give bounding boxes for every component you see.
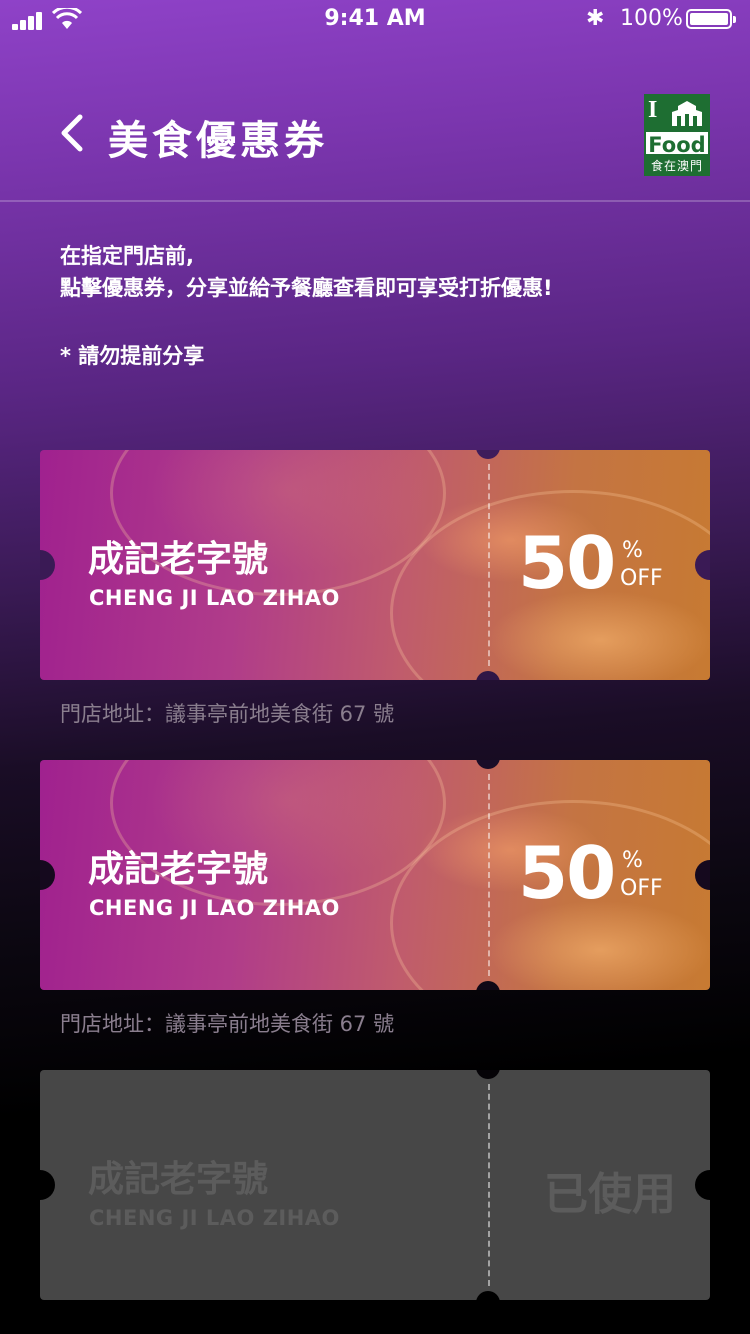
status-bar: 9:41 AM ✱ 100% — [0, 0, 750, 40]
discount-value: 50 — [518, 521, 616, 605]
coupon-card[interactable]: 成記老字號 CHENG JI LAO ZIHAO 50 % OFF — [40, 450, 710, 680]
instruction-line-2: 點擊優惠券，分享並給予餐廳查看即可享受打折優惠! — [60, 276, 553, 300]
store-address: 門店地址：議事亭前地美食街 67 號 — [60, 1012, 395, 1036]
chevron-left-icon[interactable] — [58, 113, 88, 153]
restaurant-name-en: CHENG JI LAO ZIHAO — [89, 1206, 340, 1230]
ticket-notch — [40, 860, 55, 890]
bluetooth-icon: ✱ — [586, 6, 605, 31]
nav-header: 美食優惠券 I Food 食在澳門 — [0, 40, 750, 200]
restaurant-name: 成記老字號 — [88, 1159, 269, 1200]
used-label: 已使用 — [544, 1169, 676, 1220]
page-title: 美食優惠券 — [108, 118, 328, 164]
ticket-notch — [476, 760, 500, 769]
discount-percent: % — [622, 538, 643, 563]
ticket-notch — [40, 550, 55, 580]
discount-badge: 50 % OFF — [518, 518, 678, 608]
discount-percent: % — [622, 848, 643, 873]
discount-off: OFF — [620, 876, 663, 901]
ticket-notch — [476, 450, 500, 459]
restaurant-name: 成記老字號 — [88, 849, 269, 890]
coupon-card[interactable]: 成記老字號 CHENG JI LAO ZIHAO 50 % OFF — [40, 760, 710, 990]
warning-note: * 請勿提前分享 — [60, 344, 205, 368]
perforation-line — [488, 774, 490, 976]
discount-value: 50 — [518, 831, 616, 915]
discount-badge: 50 % OFF — [518, 828, 678, 918]
instruction-line-1: 在指定門店前, — [60, 244, 194, 268]
coupon-card-used: 成記老字號 CHENG JI LAO ZIHAO 已使用 — [40, 1070, 710, 1300]
ticket-notch — [476, 1070, 500, 1079]
battery-icon — [686, 9, 736, 29]
ifood-logo: I Food 食在澳門 — [644, 94, 710, 176]
perforation-line — [488, 464, 490, 666]
restaurant-name-en: CHENG JI LAO ZIHAO — [89, 896, 340, 920]
ticket-notch — [40, 1170, 55, 1200]
battery-percentage: 100% — [620, 6, 683, 31]
discount-off: OFF — [620, 566, 663, 591]
logo-tagline: 食在澳門 — [650, 159, 703, 173]
logo-i-mark: I — [648, 97, 658, 123]
restaurant-name-en: CHENG JI LAO ZIHAO — [89, 586, 340, 610]
ticket-notch — [476, 1291, 500, 1300]
ruins-icon — [672, 101, 702, 126]
header-divider — [0, 200, 750, 202]
instructions: 在指定門店前, 點擊優惠券，分享並給予餐廳查看即可享受打折優惠! — [60, 240, 553, 304]
store-address: 門店地址：議事亭前地美食街 67 號 — [60, 702, 395, 726]
logo-food-text: Food — [644, 130, 710, 157]
perforation-line — [488, 1084, 490, 1286]
restaurant-name: 成記老字號 — [88, 539, 269, 580]
